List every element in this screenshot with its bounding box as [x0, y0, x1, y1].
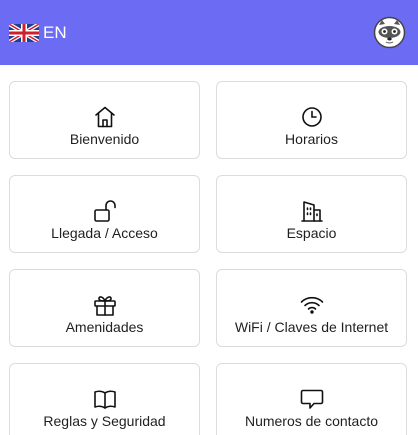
menu-card-label: Amenidades: [65, 319, 144, 335]
gift-icon: [92, 293, 118, 317]
menu-card-reglas-seguridad[interactable]: Reglas y Seguridad: [9, 363, 200, 435]
menu-card-label: Bienvenido: [69, 131, 140, 147]
menu-card-label: Llegada / Acceso: [51, 225, 158, 241]
building-icon: [299, 199, 325, 223]
book-icon: [92, 387, 118, 411]
menu-card-label: Reglas y Seguridad: [43, 413, 166, 429]
menu-card-bienvenido[interactable]: Bienvenido: [9, 81, 200, 159]
menu-card-label: Numeros de contacto: [244, 413, 379, 429]
chat-bubble-icon: [299, 387, 325, 411]
menu-card-horarios[interactable]: Horarios: [216, 81, 407, 159]
menu-card-label: WiFi / Claves de Internet: [234, 319, 389, 335]
menu-card-llegada-acceso[interactable]: Llegada / Acceso: [9, 175, 200, 253]
unlock-icon: [92, 199, 118, 223]
menu-card-wifi[interactable]: WiFi / Claves de Internet: [216, 269, 407, 347]
wifi-icon: [299, 293, 325, 317]
menu-card-amenidades[interactable]: Amenidades: [9, 269, 200, 347]
menu-card-label: Horarios: [285, 131, 338, 147]
clock-icon: [299, 105, 325, 129]
menu-grid: Bienvenido Horarios Llegada / Acceso Esp…: [0, 0, 418, 435]
menu-card-espacio[interactable]: Espacio: [216, 175, 407, 253]
menu-card-numeros-contacto[interactable]: Numeros de contacto: [216, 363, 407, 435]
menu-card-label: Espacio: [286, 225, 337, 241]
home-icon: [92, 105, 118, 129]
